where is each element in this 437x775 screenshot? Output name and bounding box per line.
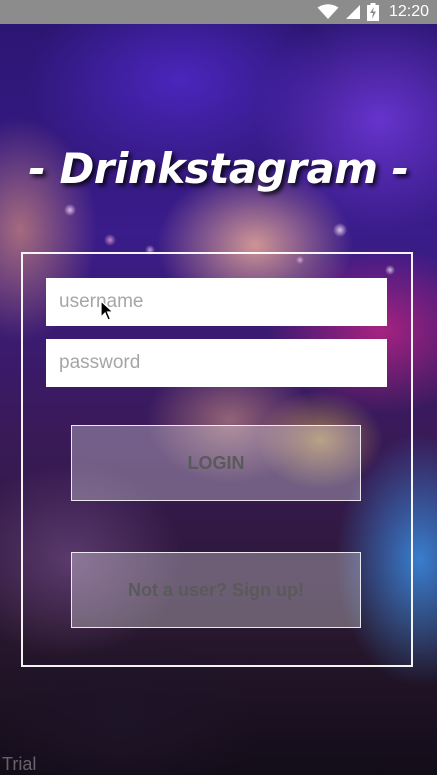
signup-button-label: Not a user? Sign up! xyxy=(127,579,304,600)
status-bar: 12:20 xyxy=(0,0,437,24)
app-title: - Drinkstagram - xyxy=(28,144,409,193)
username-input[interactable] xyxy=(46,278,387,326)
login-button[interactable]: LOGIN xyxy=(71,425,361,501)
status-time: 12:20 xyxy=(388,3,429,20)
signup-button[interactable]: Not a user? Sign up! xyxy=(71,552,361,628)
login-button-label: LOGIN xyxy=(187,452,245,473)
wifi-icon xyxy=(317,4,339,19)
trial-watermark: Trial xyxy=(2,754,37,774)
status-icons: 12:20 xyxy=(317,0,429,24)
battery-charging-icon xyxy=(366,3,379,21)
cell-signal-icon xyxy=(345,5,360,19)
password-input[interactable] xyxy=(46,339,387,387)
mouse-pointer-icon xyxy=(100,300,114,321)
